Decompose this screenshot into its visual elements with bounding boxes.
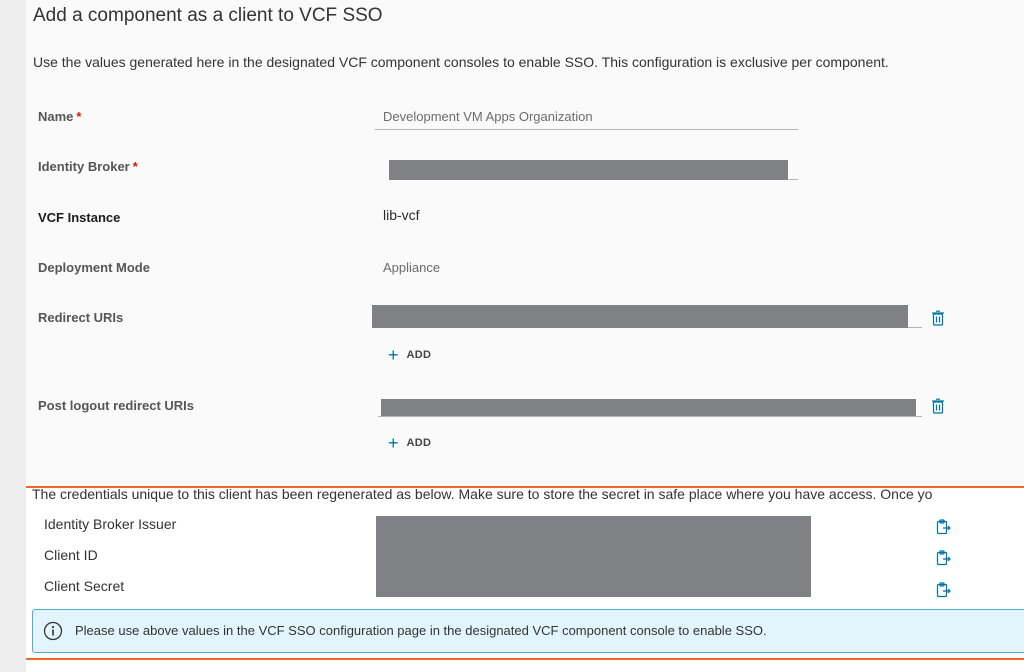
info-alert: Please use above values in the VCF SSO c…	[32, 609, 1024, 653]
identity-broker-label: Identity Broker *	[38, 159, 138, 174]
post-logout-uri-input[interactable]	[381, 399, 916, 417]
deployment-mode-label: Deployment Mode	[38, 260, 150, 275]
name-label: Name *	[38, 109, 81, 124]
info-icon	[43, 621, 63, 641]
name-label-text: Name	[38, 109, 74, 124]
plus-icon: +	[388, 345, 399, 365]
client-secret-label: Client Secret	[44, 578, 125, 594]
redirect-uri-input[interactable]	[372, 305, 908, 328]
redirect-uris-label: Redirect URIs	[38, 310, 124, 325]
dialog-intro: Use the values generated here in the des…	[33, 54, 889, 70]
add-redirect-uri-button[interactable]: + ADD	[388, 345, 431, 365]
identity-broker-underline	[789, 179, 798, 180]
identity-broker-label-text: Identity Broker	[38, 159, 130, 174]
credentials-note: The credentials unique to this client ha…	[32, 486, 933, 502]
redirect-uri-underline	[908, 327, 922, 328]
dialog-title: Add a component as a client to VCF SSO	[33, 5, 383, 26]
identity-broker-issuer-label: Identity Broker Issuer	[44, 516, 177, 532]
left-margin	[0, 0, 26, 672]
plus-icon: +	[388, 433, 399, 453]
post-logout-uris-label: Post logout redirect URIs	[38, 398, 195, 413]
required-marker: *	[76, 109, 82, 124]
add-post-logout-uri-label: ADD	[406, 437, 432, 449]
identity-broker-select[interactable]	[389, 160, 788, 180]
post-logout-uri-underline	[378, 416, 922, 417]
add-post-logout-uri-button[interactable]: + ADD	[388, 433, 431, 453]
info-alert-text: Please use above values in the VCF SSO c…	[75, 623, 767, 638]
name-input-underline	[375, 129, 798, 130]
add-redirect-uri-label: ADD	[406, 349, 432, 361]
delete-redirect-uri-icon[interactable]	[931, 310, 945, 326]
vcf-instance-label: VCF Instance	[38, 210, 121, 225]
credentials-values	[376, 516, 811, 597]
copy-client-secret-icon[interactable]	[936, 582, 952, 598]
required-marker: *	[132, 159, 138, 174]
copy-issuer-icon[interactable]	[936, 519, 952, 535]
client-id-label: Client ID	[44, 547, 98, 563]
deployment-mode-value: Appliance	[383, 260, 441, 275]
copy-client-id-icon[interactable]	[936, 550, 952, 566]
name-input[interactable]: Development VM Apps Organization	[383, 109, 593, 124]
vcf-instance-value: lib-vcf	[383, 207, 420, 223]
delete-post-logout-uri-icon[interactable]	[931, 398, 945, 414]
